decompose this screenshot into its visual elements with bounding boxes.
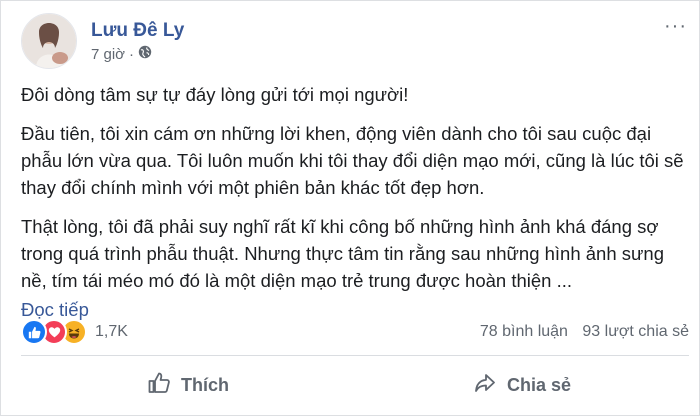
globe-icon[interactable]: [138, 45, 152, 63]
reaction-count[interactable]: 1,7K: [95, 323, 128, 341]
author-name[interactable]: Lưu Đê Ly: [91, 19, 184, 43]
separator-dot: ·: [129, 45, 135, 63]
share-button-label: Chia sẻ: [506, 374, 572, 395]
post-paragraph: Đầu tiên, tôi xin cám ơn những lời khen,…: [21, 123, 684, 198]
post-time[interactable]: 7 giờ: [91, 46, 125, 63]
like-button-label: Thích: [181, 374, 229, 395]
post-actions: Thích Chia sẻ: [21, 359, 689, 411]
share-arrow-icon: [473, 371, 507, 400]
more-options-icon[interactable]: ···: [664, 15, 687, 38]
avatar[interactable]: [21, 13, 77, 69]
post-meta: 7 giờ ·: [91, 45, 184, 63]
comment-count[interactable]: 78 bình luận: [480, 323, 568, 340]
actions-divider: [21, 355, 689, 356]
facebook-post: Lưu Đê Ly 7 giờ · ··· Đôi dòng tâm sự tự…: [0, 0, 700, 416]
engagement-counts: 78 bình luận 93 lượt chia sẻ: [480, 323, 689, 341]
post-content: Đôi dòng tâm sự tự đáy lòng gửi tới mọi …: [21, 81, 686, 323]
post-header: Lưu Đê Ly 7 giờ ·: [21, 13, 184, 69]
like-icon: [21, 319, 47, 345]
thumbs-up-icon: [147, 371, 181, 400]
post-stats: 1,7K 78 bình luận 93 lượt chia sẻ: [21, 319, 689, 345]
post-paragraph: Đôi dòng tâm sự tự đáy lòng gửi tới mọi …: [21, 84, 409, 105]
post-paragraph: Thật lòng, tôi đã phải suy nghĩ rất kĩ k…: [21, 216, 664, 291]
share-count[interactable]: 93 lượt chia sẻ: [582, 323, 689, 340]
share-button[interactable]: Chia sẻ: [355, 359, 689, 411]
reactions-summary[interactable]: 1,7K: [21, 319, 128, 345]
like-button[interactable]: Thích: [21, 359, 355, 411]
